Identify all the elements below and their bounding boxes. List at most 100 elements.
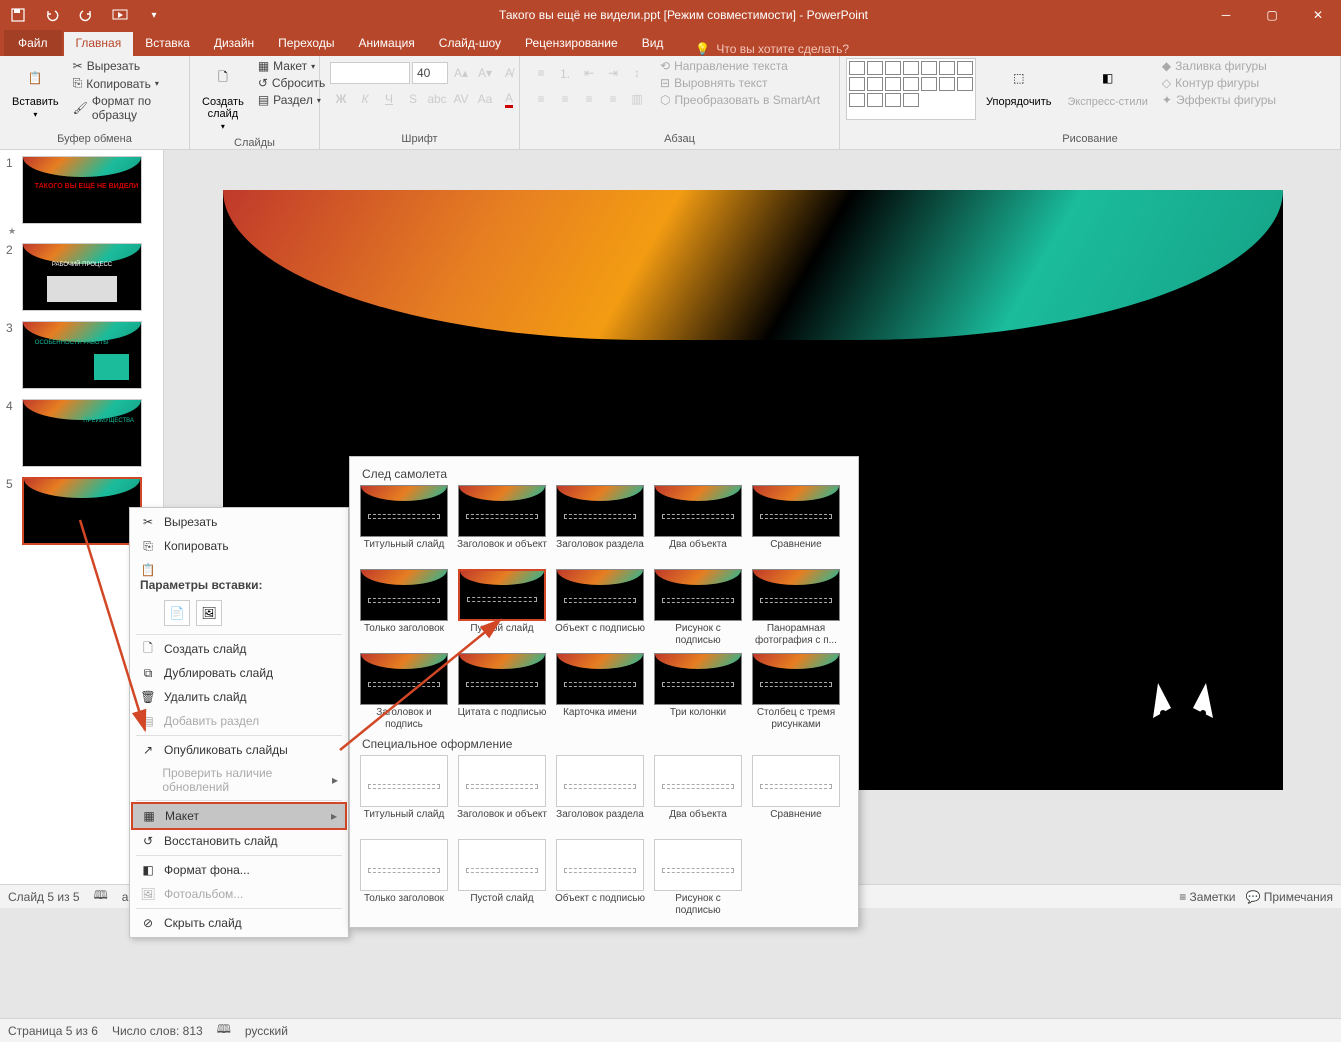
qat-customize-button[interactable]: ▾ <box>144 5 164 25</box>
language[interactable]: русский <box>245 1024 288 1038</box>
char-spacing-button[interactable]: AV <box>450 88 472 110</box>
notes-button[interactable]: ≡ Заметки <box>1179 890 1235 904</box>
copy-button[interactable]: ⎘Копировать▾ <box>69 75 183 92</box>
slide-thumb-3[interactable]: 3 ОСОБЕННОСТИ РАБОТЫ <box>6 321 157 389</box>
bold-button[interactable]: Ж <box>330 88 352 110</box>
layout-option[interactable]: Пустой слайд <box>456 569 548 647</box>
shape-effects-button[interactable]: ✦Эффекты фигуры <box>1158 92 1280 108</box>
slide-thumb-4[interactable]: 4 ПРЕИМУЩЕСТВА <box>6 399 157 467</box>
redo-button[interactable] <box>76 5 96 25</box>
layout-option[interactable]: Только заголовок <box>358 839 450 917</box>
close-button[interactable]: ✕ <box>1295 0 1341 30</box>
layout-option[interactable]: Титульный слайд <box>358 485 450 563</box>
align-center-button[interactable]: ≡ <box>554 88 576 110</box>
maximize-button[interactable]: ▢ <box>1249 0 1295 30</box>
shape-outline-button[interactable]: ◇Контур фигуры <box>1158 75 1280 91</box>
layout-option[interactable]: Пустой слайд <box>456 839 548 917</box>
arrange-button[interactable]: ⬚ Упорядочить <box>980 58 1057 112</box>
start-from-beginning-button[interactable] <box>110 5 130 25</box>
section-button[interactable]: ▤Раздел▾ <box>254 92 329 108</box>
text-direction-button[interactable]: ⟲Направление текста <box>656 58 824 74</box>
layout-option[interactable]: Заголовок и подпись <box>358 653 450 731</box>
cut-button[interactable]: ✂Вырезать <box>69 58 183 74</box>
tell-me[interactable]: 💡 Что вы хотите сделать? <box>695 42 849 56</box>
layout-option[interactable]: Титульный слайд <box>358 755 450 833</box>
paste-button[interactable]: 📋 Вставить ▾ <box>6 58 65 123</box>
shapes-gallery[interactable] <box>846 58 976 120</box>
ctx-hide[interactable]: ⊘Скрыть слайд <box>132 911 346 935</box>
underline-button[interactable]: Ч <box>378 88 400 110</box>
comments-button[interactable]: 💬 Примечания <box>1245 890 1333 904</box>
layout-option[interactable]: Панорамная фотография с п... <box>750 569 842 647</box>
layout-option[interactable]: Два объекта <box>652 755 744 833</box>
layout-button[interactable]: ▦Макет▾ <box>254 58 329 74</box>
shadow-button[interactable]: S <box>402 88 424 110</box>
spellcheck-icon[interactable]: 🕮 <box>94 886 108 907</box>
ctx-new-slide[interactable]: 🗋Создать слайд <box>132 637 346 661</box>
ctx-cut[interactable]: ✂Вырезать <box>132 510 346 534</box>
layout-option[interactable]: Сравнение <box>750 755 842 833</box>
layout-option[interactable]: Рисунок с подписью <box>652 839 744 917</box>
align-text-button[interactable]: ⊟Выровнять текст <box>656 75 824 91</box>
bullets-button[interactable]: ≡ <box>530 62 552 84</box>
quick-styles-button[interactable]: ◧ Экспресс-стили <box>1061 58 1153 112</box>
columns-button[interactable]: ▥ <box>626 88 648 110</box>
smartart-button[interactable]: ⬡Преобразовать в SmartArt <box>656 92 824 108</box>
paste-keep-formatting[interactable]: 📄 <box>164 600 190 626</box>
numbering-button[interactable]: ⒈ <box>554 62 576 84</box>
tab-design[interactable]: Дизайн <box>202 32 266 56</box>
layout-option[interactable]: Рисунок с подписью <box>652 569 744 647</box>
grow-font-button[interactable]: A▴ <box>450 62 472 84</box>
slide-thumb-1[interactable]: 1 ТАКОГО ВЫ ЕЩЁ НЕ ВИДЕЛИ <box>6 156 157 224</box>
ctx-publish[interactable]: ↗Опубликовать слайды <box>132 738 346 762</box>
ctx-delete[interactable]: 🗑Удалить слайд <box>132 685 346 709</box>
font-family-combo[interactable] <box>330 62 410 84</box>
italic-button[interactable]: К <box>354 88 376 110</box>
tab-animations[interactable]: Анимация <box>346 32 426 56</box>
layout-option[interactable]: Объект с подписью <box>554 839 646 917</box>
undo-button[interactable] <box>42 5 62 25</box>
decrease-indent-button[interactable]: ⇤ <box>578 62 600 84</box>
minimize-button[interactable]: ─ <box>1203 0 1249 30</box>
layout-option[interactable]: Заголовок и объект <box>456 485 548 563</box>
increase-indent-button[interactable]: ⇥ <box>602 62 624 84</box>
layout-option[interactable]: Объект с подписью <box>554 569 646 647</box>
line-spacing-button[interactable]: ↕ <box>626 62 648 84</box>
layout-option[interactable]: Три колонки <box>652 653 744 731</box>
strikethrough-button[interactable]: abc <box>426 88 448 110</box>
layout-option[interactable]: Заголовок и объект <box>456 755 548 833</box>
layout-option[interactable]: Сравнение <box>750 485 842 563</box>
ctx-background[interactable]: ◧Формат фона... <box>132 858 346 882</box>
ctx-layout[interactable]: ▦Макет▸ <box>131 802 347 830</box>
layout-option[interactable]: Столбец с тремя рисунками <box>750 653 842 731</box>
layout-option[interactable]: Два объекта <box>652 485 744 563</box>
spellcheck-icon-2[interactable]: 🕮 <box>217 1020 231 1041</box>
tab-insert[interactable]: Вставка <box>133 32 202 56</box>
tab-file[interactable]: Файл <box>4 30 62 56</box>
font-size-combo[interactable]: 40 <box>412 62 448 84</box>
reset-button[interactable]: ↺Сбросить <box>254 75 329 91</box>
justify-button[interactable]: ≡ <box>602 88 624 110</box>
font-color-button[interactable]: A <box>498 88 520 110</box>
shrink-font-button[interactable]: A▾ <box>474 62 496 84</box>
layout-option[interactable]: Карточка имени <box>554 653 646 731</box>
ctx-copy[interactable]: ⎘Копировать <box>132 534 346 558</box>
layout-option[interactable]: Только заголовок <box>358 569 450 647</box>
layout-option[interactable]: Заголовок раздела <box>554 485 646 563</box>
shape-fill-button[interactable]: ◆Заливка фигуры <box>1158 58 1280 74</box>
layout-option[interactable]: Цитата с подписью <box>456 653 548 731</box>
ctx-restore[interactable]: ↺Восстановить слайд <box>132 829 346 853</box>
tab-transitions[interactable]: Переходы <box>266 32 346 56</box>
save-button[interactable] <box>8 5 28 25</box>
new-slide-button[interactable]: 🗋 Создать слайд ▾ <box>196 58 250 135</box>
format-painter-button[interactable]: 🖌Формат по образцу <box>69 93 183 123</box>
slide-thumb-2[interactable]: 2 РАБОЧИЙ ПРОЦЕСС <box>6 243 157 311</box>
tab-review[interactable]: Рецензирование <box>513 32 630 56</box>
tab-view[interactable]: Вид <box>630 32 676 56</box>
word-count[interactable]: Число слов: 813 <box>112 1024 203 1038</box>
ctx-duplicate[interactable]: ⧉Дублировать слайд <box>132 661 346 685</box>
align-left-button[interactable]: ≡ <box>530 88 552 110</box>
layout-option[interactable]: Заголовок раздела <box>554 755 646 833</box>
tab-slideshow[interactable]: Слайд-шоу <box>427 32 513 56</box>
paste-picture[interactable]: 🖼 <box>196 600 222 626</box>
